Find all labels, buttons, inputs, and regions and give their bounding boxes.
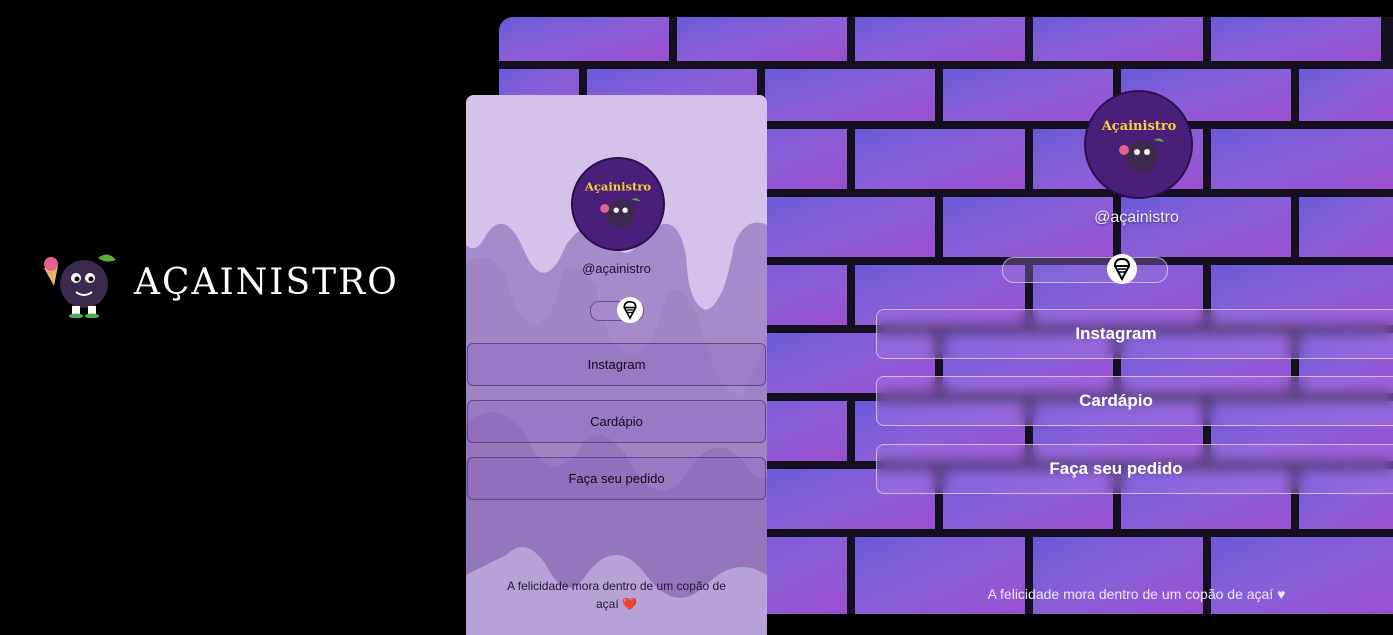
- desktop-theme-toggle[interactable]: [1002, 254, 1168, 284]
- mobile-preview: Açainistro @açainistro Instagram Cardápi…: [466, 95, 767, 635]
- acai-logo-icon: Açainistro: [584, 180, 652, 228]
- desktop-instagram-button[interactable]: Instagram: [876, 309, 1393, 359]
- brand-name: AÇAINISTRO: [134, 261, 399, 303]
- desktop-order-button[interactable]: Faça seu pedido: [876, 444, 1393, 494]
- mobile-theme-toggle[interactable]: [590, 297, 644, 323]
- brand-block: AÇAINISTRO: [40, 246, 399, 318]
- mobile-instagram-button[interactable]: Instagram: [467, 343, 766, 386]
- avatar-logo-text: Açainistro: [584, 180, 652, 194]
- desktop-menu-button[interactable]: Cardápio: [876, 376, 1393, 426]
- ice-cream-icon: [617, 297, 643, 323]
- mobile-footer: A felicidade mora dentro de um copão de …: [496, 577, 737, 613]
- avatar-logo-text: Açainistro: [1100, 119, 1176, 134]
- mobile-order-button[interactable]: Faça seu pedido: [467, 457, 766, 500]
- acai-mascot-icon: [44, 254, 116, 318]
- ice-cream-icon: [1107, 254, 1137, 284]
- mobile-footer-text: A felicidade mora dentro de um copão de …: [507, 579, 726, 611]
- mobile-handle: @açainistro: [582, 261, 651, 276]
- mobile-menu-button[interactable]: Cardápio: [467, 400, 766, 443]
- acai-logo-icon: Açainistro: [1100, 119, 1176, 172]
- mobile-avatar: Açainistro: [571, 157, 665, 251]
- heart-icon: ❤️: [622, 597, 637, 611]
- desktop-avatar: Açainistro: [1084, 90, 1193, 199]
